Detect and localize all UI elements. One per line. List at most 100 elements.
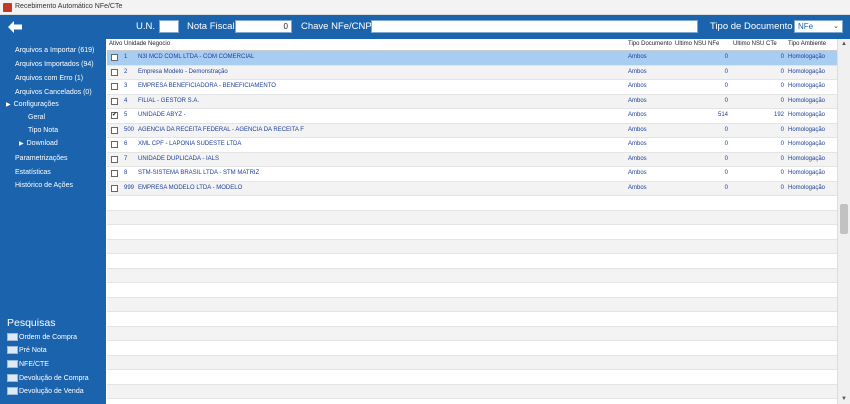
nsu-cte-cell: 0 xyxy=(780,83,784,89)
window-title: Recebimento Automático NFe/CTe xyxy=(15,3,123,10)
sidebar-item-estatisticas[interactable]: Estatísticas xyxy=(15,169,51,176)
vertical-scrollbar[interactable]: ▲ ▼ xyxy=(837,39,850,404)
tipo-ambiente-cell: Homologação xyxy=(788,112,826,118)
empty-row xyxy=(107,254,837,269)
tipo-documento-cell: Ambos xyxy=(628,170,647,176)
table-row[interactable]: 3 EMPRESA BENEFICIADORA - BENEFICIAMENTO A… xyxy=(107,80,837,95)
app-icon xyxy=(3,3,12,12)
table-row[interactable]: 1 N3I MCD COML LTDA - COM COMERCIAL Ambos 0… xyxy=(107,51,837,66)
tipo-documento-cell: Ambos xyxy=(628,68,647,75)
sidebar-item-arquivos-importados[interactable]: Arquivos Importados (94) xyxy=(15,61,94,68)
unidade-code-cell: 1 xyxy=(124,54,128,60)
sidebar-item-geral[interactable]: Geral xyxy=(28,114,45,121)
empty-row xyxy=(107,326,837,341)
pesquisa-nfe-cte[interactable]: NFE/CTE xyxy=(7,360,49,368)
column-header[interactable]: Ultimo NSU NFe xyxy=(675,41,719,47)
chave-label: Chave NFe/CNPJ xyxy=(301,21,377,32)
table-row[interactable]: 500 AGENCIA DA RECEITA FEDERAL - AGENCIA … xyxy=(107,123,837,138)
sidebar-item-arquivos-erro[interactable]: Arquivos com Erro (1) xyxy=(15,75,83,82)
sidebar-item-configuracoes[interactable]: ▶ Configurações xyxy=(6,101,59,108)
tipo-documento-cell: Ambos xyxy=(628,83,647,89)
pesquisas-title: Pesquisas xyxy=(7,317,56,329)
unidade-code-cell: 999 xyxy=(124,184,135,191)
table-row[interactable]: 6 XML CPF - LAPONIA SUDESTE LTDA Ambos 0 0 Ho… xyxy=(107,138,837,153)
ativo-checkbox[interactable] xyxy=(111,126,118,134)
ativo-checkbox[interactable] xyxy=(111,68,118,76)
pesquisa-ordem-compra[interactable]: Ordem de Compra xyxy=(7,333,77,341)
ativo-checkbox[interactable] xyxy=(111,170,118,177)
ativo-checkbox[interactable]: ✔ xyxy=(111,112,118,119)
tipo-documento-cell: Ambos xyxy=(628,126,647,133)
nsu-nfe-cell: 0 xyxy=(724,126,728,133)
table-row[interactable]: 999 EMPRESA MODELO LTDA - MODELO Ambos 0 0 Ho… xyxy=(107,181,837,196)
ativo-checkbox[interactable] xyxy=(111,83,118,90)
nsu-cte-cell: 0 xyxy=(780,155,784,162)
tipo-documento-cell: Ambos xyxy=(628,141,647,147)
table-row[interactable]: ✔ 5 UNIDADE ABYZ - Ambos 514 192 Homologação xyxy=(107,109,837,124)
nota-fiscal-input[interactable]: 0 xyxy=(235,20,292,33)
ativo-checkbox[interactable] xyxy=(111,54,118,61)
nsu-nfe-cell: 0 xyxy=(724,170,728,176)
pesquisa-label: Devolução de Compra xyxy=(19,374,89,382)
empty-row xyxy=(107,384,837,399)
table-row[interactable]: 7 UNIDADE DUPLICADA - IALS Ambos 0 0 Homologa… xyxy=(107,152,837,167)
search-window-icon xyxy=(7,333,18,341)
pesquisa-pre-nota[interactable]: Pré Nota xyxy=(7,346,47,354)
nsu-cte-cell: 0 xyxy=(780,170,784,176)
column-header[interactable]: Ultimo NSU CTe xyxy=(733,41,777,47)
sidebar: Arquivos a Importar (619) Arquivos Impor… xyxy=(0,39,106,404)
unidade-name-cell: FILIAL - GESTOR S.A. xyxy=(138,97,200,104)
sidebar-item-download[interactable]: ▶ Download xyxy=(19,140,58,147)
empty-row xyxy=(107,297,837,312)
nsu-cte-cell: 0 xyxy=(780,184,784,191)
unidade-name-cell: EMPRESA MODELO LTDA - MODELO xyxy=(138,184,243,191)
tipo-documento-cell: Ambos xyxy=(628,97,647,104)
scrollbar-thumb[interactable] xyxy=(840,204,848,234)
ativo-checkbox[interactable] xyxy=(111,97,118,105)
scroll-down-icon[interactable]: ▼ xyxy=(841,396,847,402)
nsu-cte-cell: 0 xyxy=(780,54,784,60)
sidebar-item-historico[interactable]: Histórico de Ações xyxy=(15,182,73,189)
nsu-cte-cell: 0 xyxy=(780,68,784,75)
column-header[interactable]: Tipo Documento xyxy=(628,41,672,47)
sidebar-item-parametrizacoes[interactable]: Parametrizações xyxy=(15,155,68,162)
nsu-nfe-cell: 0 xyxy=(724,184,728,191)
tipo-ambiente-cell: Homologação xyxy=(788,68,826,75)
sidebar-item-tipo-nota[interactable]: Tipo Nota xyxy=(28,127,58,134)
chave-input[interactable] xyxy=(371,20,698,33)
search-window-icon xyxy=(7,374,18,382)
ativo-checkbox[interactable] xyxy=(111,155,118,163)
search-window-icon xyxy=(7,346,18,354)
pesquisa-devolucao-venda[interactable]: Devolução de Venda xyxy=(7,387,84,395)
empty-row xyxy=(107,196,837,211)
unidade-name-cell: N3I MCD COML LTDA - COM COMERCIAL xyxy=(138,54,255,60)
unidade-code-cell: 4 xyxy=(124,97,128,104)
sidebar-item-label: Configurações xyxy=(13,101,59,108)
nsu-nfe-cell: 0 xyxy=(724,155,728,162)
chevron-down-icon: ⌄ xyxy=(833,23,839,30)
scroll-up-icon[interactable]: ▲ xyxy=(841,41,847,47)
table-row[interactable]: 2 Empresa Modelo - Demonstração Ambos 0 0 Hom… xyxy=(107,65,837,80)
un-input[interactable] xyxy=(159,20,179,33)
column-header[interactable]: Tipo Ambiente xyxy=(788,41,826,47)
ativo-checkbox[interactable] xyxy=(111,141,118,148)
tipo-documento-label: Tipo de Documento xyxy=(710,21,793,32)
nsu-cte-cell: 0 xyxy=(780,141,784,147)
empty-row xyxy=(107,283,837,298)
column-header[interactable]: Ativo xyxy=(109,41,122,47)
sidebar-item-arquivos-importar[interactable]: Arquivos a Importar (619) xyxy=(15,47,94,54)
pesquisa-label: NFE/CTE xyxy=(19,360,49,368)
table-row[interactable]: 8 STM-SISTEMA BRASIL LTDA - STM MATRIZ Amb… xyxy=(107,167,837,182)
pesquisa-devolucao-compra[interactable]: Devolução de Compra xyxy=(7,374,89,382)
empty-row xyxy=(107,225,837,240)
table-row[interactable]: 4 FILIAL - GESTOR S.A. Ambos 0 0 Homologação xyxy=(107,94,837,109)
nsu-cte-cell: 0 xyxy=(780,97,784,104)
column-header[interactable]: Unidade Negocio xyxy=(124,41,170,47)
tipo-documento-select[interactable]: NFe ⌄ xyxy=(794,20,843,33)
tipo-documento-cell: Ambos xyxy=(628,54,647,60)
sidebar-item-arquivos-cancelados[interactable]: Arquivos Cancelados (0) xyxy=(15,89,92,96)
tipo-ambiente-cell: Homologação xyxy=(788,184,826,191)
unidade-code-cell: 7 xyxy=(124,155,128,162)
back-arrow-icon[interactable] xyxy=(7,19,23,35)
ativo-checkbox[interactable] xyxy=(111,184,118,192)
